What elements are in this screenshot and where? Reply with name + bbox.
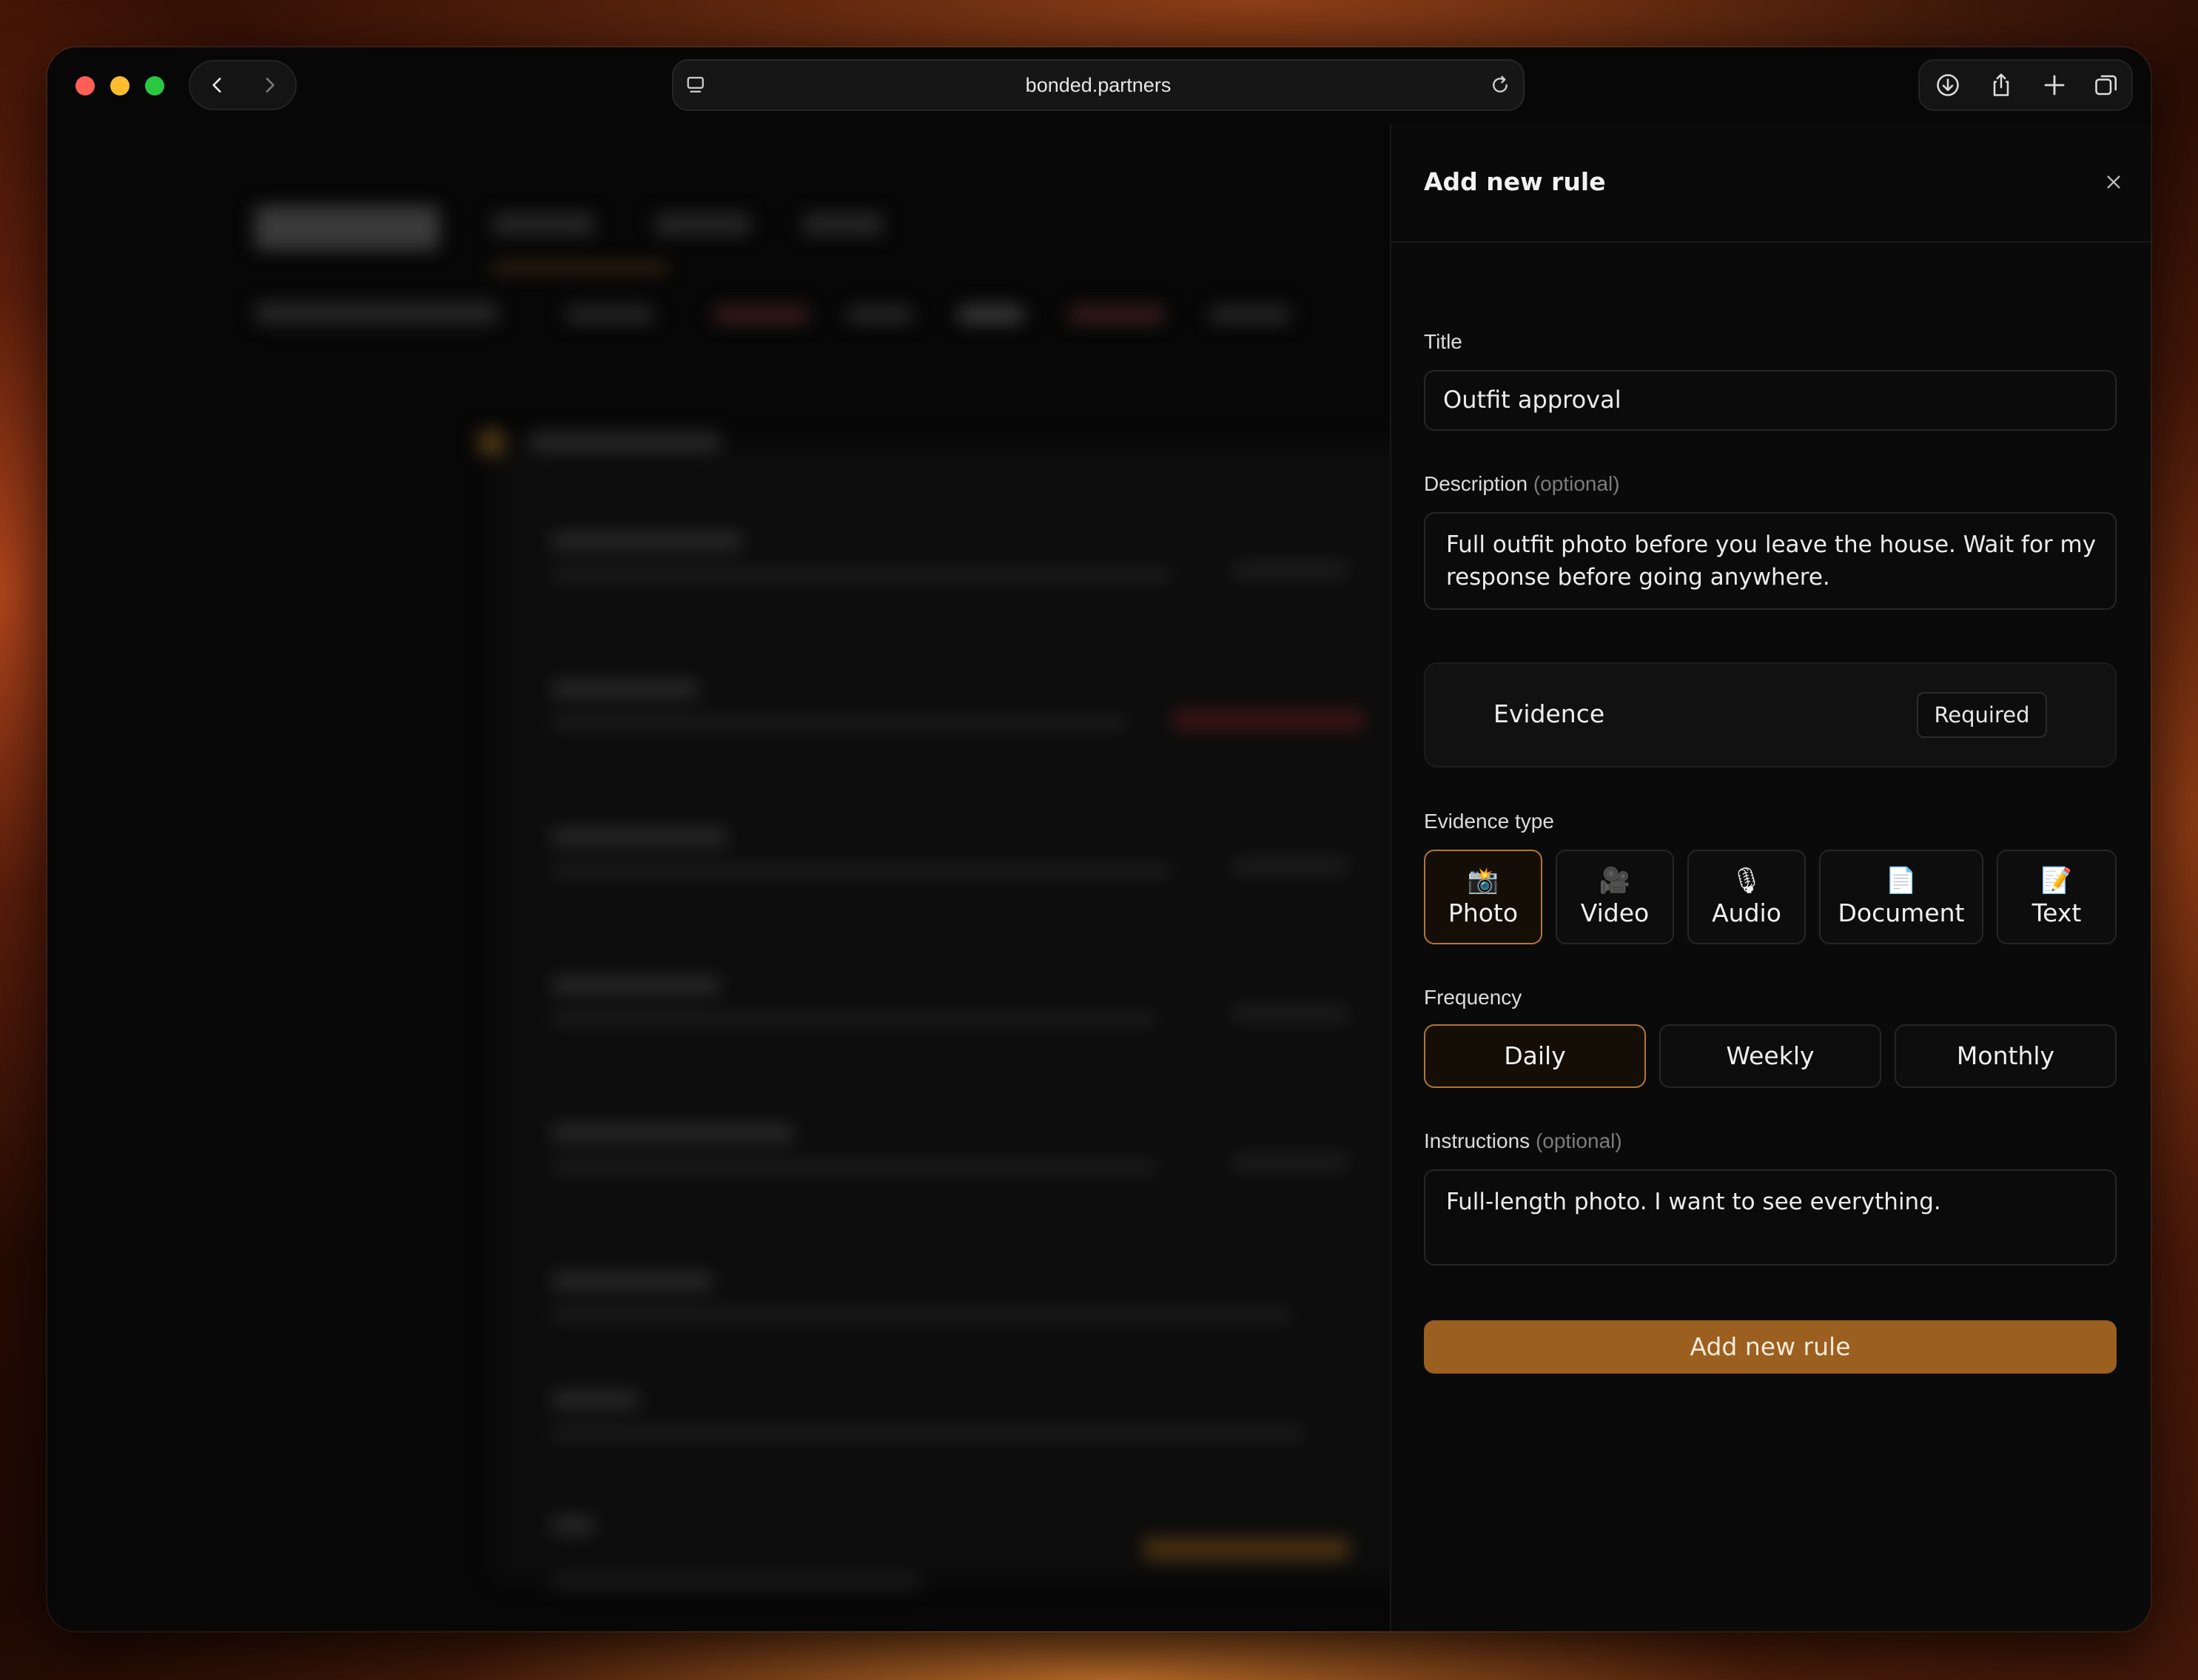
- forward-button[interactable]: [243, 61, 295, 109]
- toolbar-actions: [1918, 59, 2133, 111]
- microphone-icon: 🎙: [1730, 866, 1763, 896]
- description-optional-hint: (optional): [1533, 472, 1620, 495]
- instructions-textarea[interactable]: Full-length photo. I want to see everyth…: [1424, 1169, 2117, 1266]
- share-icon: [1993, 73, 2009, 96]
- evidence-type-label-text: Document: [1838, 898, 1965, 927]
- title-input[interactable]: Outfit approval: [1424, 370, 2117, 431]
- description-label: Description (optional): [1424, 472, 1620, 496]
- evidence-type-label: Evidence type: [1424, 810, 1554, 833]
- evidence-label: Evidence: [1493, 699, 1605, 728]
- evidence-type-label-text: Video: [1580, 898, 1650, 927]
- camera-flash-icon: 📸: [1467, 866, 1499, 896]
- drawer-title: Add new rule: [1424, 167, 1606, 196]
- description-value: Full outfit photo before you leave the h…: [1446, 531, 2097, 591]
- plus-icon: [2044, 75, 2065, 95]
- reload-icon[interactable]: [1489, 74, 1511, 96]
- zoom-window-button[interactable]: [145, 76, 164, 95]
- evidence-toggle-row: Evidence Required: [1424, 662, 2117, 767]
- frequency-monthly[interactable]: Monthly: [1895, 1024, 2117, 1088]
- frequency-weekly[interactable]: Weekly: [1659, 1024, 1881, 1088]
- address-bar[interactable]: bonded.partners: [672, 59, 1525, 111]
- document-icon: 📄: [1885, 866, 1918, 896]
- tabs-icon: [2095, 75, 2117, 95]
- title-input-value: Outfit approval: [1443, 386, 1621, 414]
- blurred-background-page: [47, 124, 1390, 1631]
- instructions-label-text: Instructions: [1424, 1129, 1530, 1152]
- history-nav: [189, 60, 297, 110]
- download-icon: [1937, 74, 1959, 96]
- evidence-type-text[interactable]: 📝 Text: [1997, 850, 2117, 944]
- share-button[interactable]: [1974, 61, 2028, 110]
- evidence-type-label-text: Audio: [1712, 898, 1781, 927]
- back-button[interactable]: [192, 61, 243, 109]
- evidence-type-video[interactable]: 🎥 Video: [1556, 850, 1674, 944]
- evidence-type-document[interactable]: 📄 Document: [1819, 850, 1983, 944]
- chevron-right-icon: [266, 78, 275, 93]
- add-new-rule-button[interactable]: Add new rule: [1424, 1320, 2117, 1374]
- frequency-label: Frequency: [1424, 986, 1522, 1009]
- close-icon: [2107, 175, 2120, 189]
- close-window-button[interactable]: [75, 76, 95, 95]
- instructions-label: Instructions (optional): [1424, 1129, 1622, 1153]
- close-drawer-button[interactable]: [2094, 163, 2133, 201]
- instructions-value: Full-length photo. I want to see everyth…: [1446, 1189, 1941, 1215]
- tab-overview-button[interactable]: [2080, 61, 2133, 110]
- description-label-text: Description: [1424, 472, 1528, 495]
- drawer-header: Add new rule: [1391, 124, 2151, 243]
- memo-icon: 📝: [2040, 866, 2073, 896]
- evidence-type-label-text: Photo: [1448, 898, 1519, 927]
- title-label: Title: [1424, 330, 1462, 353]
- evidence-type-label-text: Text: [2031, 898, 2082, 927]
- downloads-button[interactable]: [1921, 61, 1974, 110]
- evidence-type-audio[interactable]: 🎙 Audio: [1687, 850, 1806, 944]
- chevron-left-icon: [212, 78, 221, 93]
- frequency-daily[interactable]: Daily: [1424, 1024, 1646, 1088]
- instructions-optional-hint: (optional): [1535, 1129, 1622, 1152]
- description-textarea[interactable]: Full outfit photo before you leave the h…: [1424, 512, 2117, 610]
- minimize-window-button[interactable]: [110, 76, 130, 95]
- video-camera-icon: 🎥: [1599, 866, 1631, 896]
- browser-toolbar: bonded.partners: [47, 47, 2151, 124]
- evidence-type-photo[interactable]: 📸 Photo: [1424, 850, 1542, 944]
- add-rule-drawer: Add new rule Title Outfit approval Descr…: [1390, 124, 2151, 1631]
- new-tab-button[interactable]: [2028, 61, 2081, 110]
- browser-window: bonded.partners Add new rule Title Outfi…: [47, 47, 2151, 1631]
- url-text: bonded.partners: [1025, 74, 1172, 96]
- evidence-required-toggle[interactable]: Required: [1917, 692, 2047, 738]
- background-content: [47, 124, 1390, 1631]
